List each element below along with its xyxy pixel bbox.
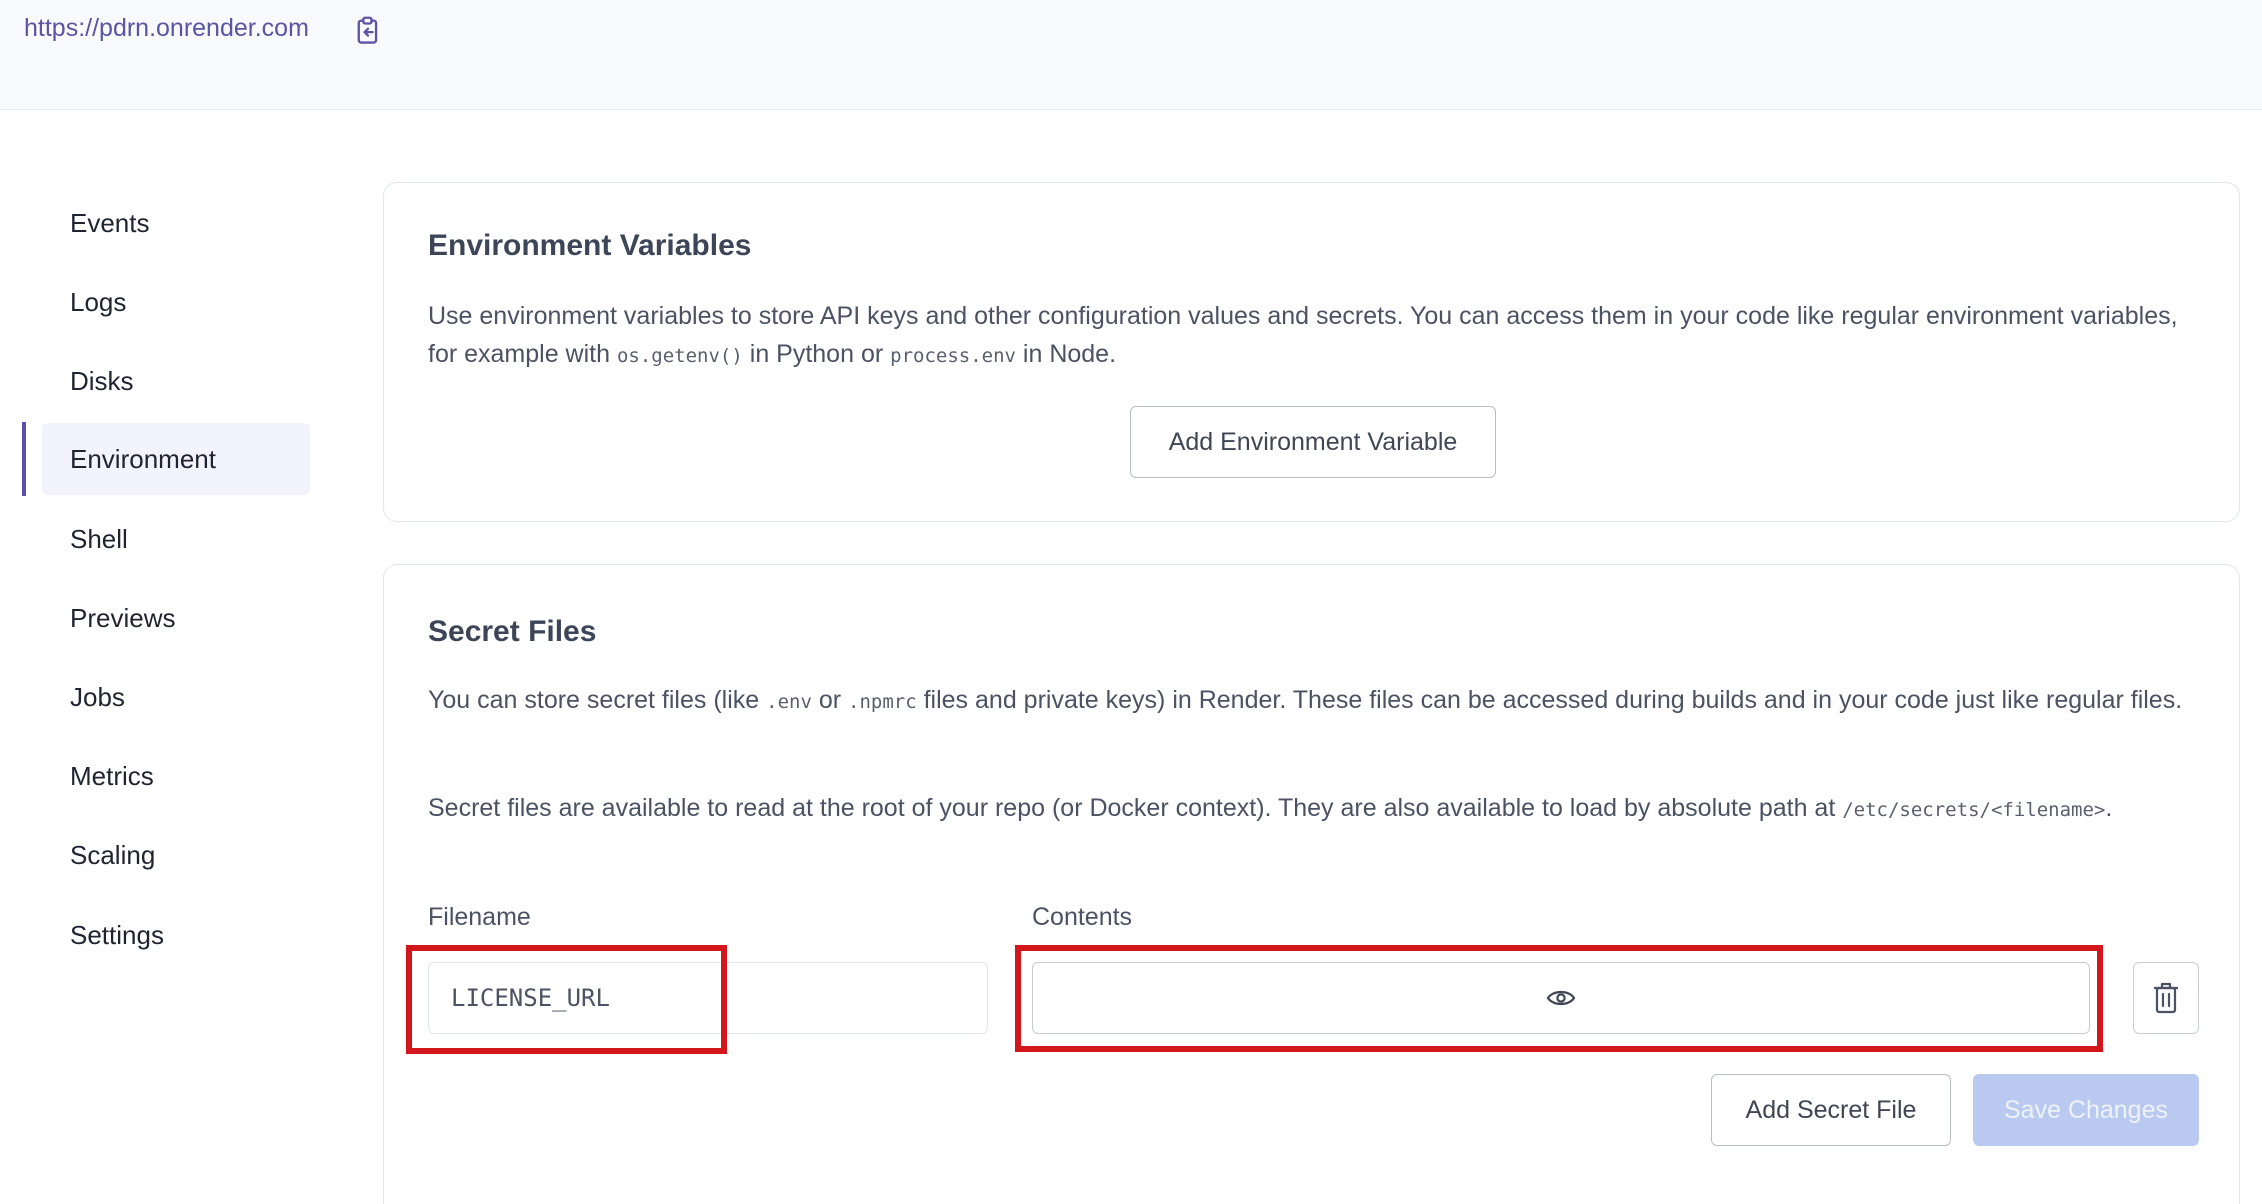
secret-files-path-description: Secret files are available to read at th… [428, 789, 2188, 829]
clipboard-icon[interactable] [354, 16, 382, 46]
secret-files-desc-text: You can store secret files (like [428, 686, 767, 714]
sidebar-item-events[interactable]: Events [42, 187, 310, 259]
save-changes-button[interactable]: Save Changes [1973, 1074, 2199, 1146]
environment-variables-card: Environment Variables Use environment va… [383, 182, 2240, 522]
sidebar-item-logs[interactable]: Logs [42, 266, 310, 338]
sidebar-item-jobs[interactable]: Jobs [42, 661, 310, 733]
filename-input[interactable] [428, 962, 988, 1034]
code-secrets-path: /etc/secrets/<filename> [1842, 799, 2106, 821]
code-os-getenv: os.getenv() [616, 345, 743, 367]
secret-files-description: You can store secret files (like .env or… [428, 681, 2188, 721]
secret-files-path-text: Secret files are available to read at th… [428, 794, 1843, 822]
secret-files-card: Secret Files You can store secret files … [383, 564, 2240, 1204]
active-indicator [22, 422, 26, 496]
sidebar-item-disks[interactable]: Disks [42, 345, 310, 417]
code-env: .env [766, 691, 812, 713]
sidebar-item-scaling[interactable]: Scaling [42, 819, 310, 891]
contents-label: Contents [1032, 903, 1133, 931]
filename-label: Filename [428, 903, 531, 931]
env-vars-desc-text-3: in Node. [1015, 340, 1117, 368]
env-vars-description: Use environment variables to store API k… [428, 297, 2188, 375]
sidebar-nav: Events Logs Disks Environment Shell Prev… [0, 110, 340, 1186]
sidebar-item-previews[interactable]: Previews [42, 582, 310, 654]
secret-files-path-text-2: . [2105, 794, 2113, 822]
code-npmrc: .npmrc [848, 691, 917, 713]
add-environment-variable-button[interactable]: Add Environment Variable [1130, 406, 1496, 478]
contents-input[interactable] [1032, 962, 2090, 1034]
secret-files-desc-text-2: or [811, 686, 849, 714]
sidebar-item-environment[interactable]: Environment [42, 423, 310, 495]
sidebar-item-settings[interactable]: Settings [42, 899, 310, 971]
sidebar-item-shell[interactable]: Shell [42, 503, 310, 575]
service-url-link[interactable]: https://pdrn.onrender.com [24, 14, 309, 43]
eye-icon[interactable] [1546, 987, 1576, 1009]
sidebar-item-metrics[interactable]: Metrics [42, 740, 310, 812]
top-bar: https://pdrn.onrender.com [0, 0, 2262, 110]
env-vars-title: Environment Variables [428, 229, 752, 262]
add-secret-file-button[interactable]: Add Secret File [1711, 1074, 1951, 1146]
secret-files-title: Secret Files [428, 615, 597, 648]
trash-icon [2154, 982, 2178, 1014]
delete-secret-file-button[interactable] [2133, 962, 2199, 1034]
secret-files-desc-text-3: files and private keys) in Render. These… [916, 686, 2183, 714]
code-process-env: process.env [890, 345, 1016, 367]
env-vars-desc-text-2: in Python or [742, 340, 891, 368]
